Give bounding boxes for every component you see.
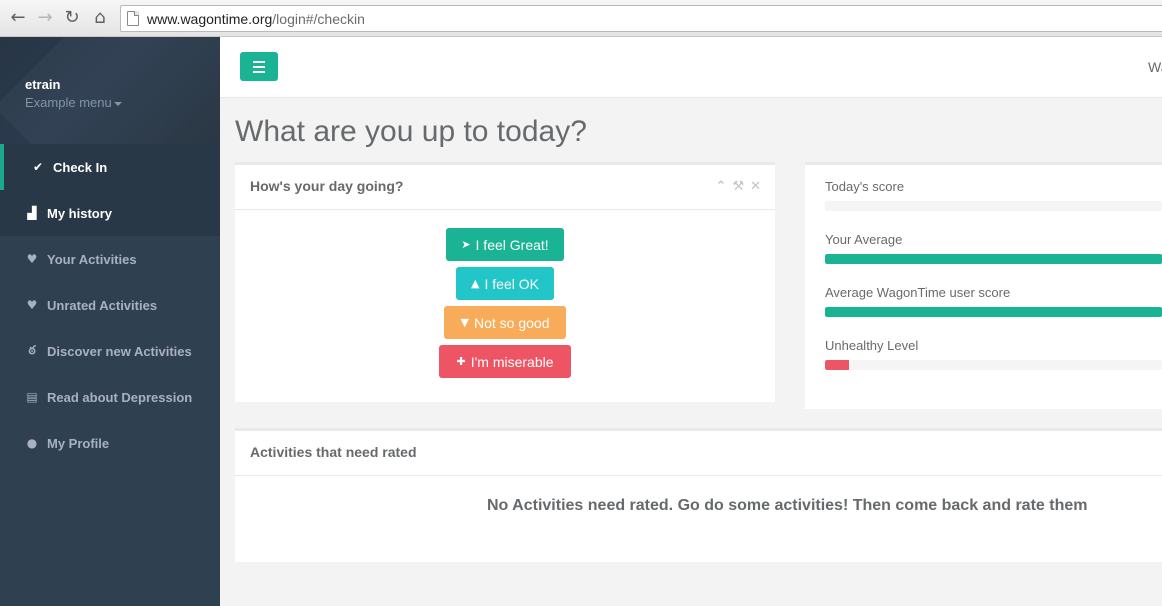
reload-icon[interactable]: ↻ <box>62 8 82 28</box>
chevron-up-icon[interactable]: ⌃ <box>716 179 727 194</box>
mood-panel-title: How's your day going? <box>250 178 404 194</box>
home-icon[interactable]: ⌂ <box>90 8 110 28</box>
sidebar-item-discover-activities[interactable]: ఠ Discover new Activities <box>0 328 220 374</box>
score-label: Your Average <box>825 232 903 247</box>
progress-track <box>825 201 1162 211</box>
browser-toolbar: ← → ↻ ⌂ www.wagontime.org/login#/checkin <box>0 0 1162 37</box>
thumbs-down-icon: ▼ <box>460 316 469 329</box>
sidebar-item-label: Your Activities <box>47 251 137 267</box>
arrow-right-icon[interactable]: → <box>35 8 55 28</box>
panel-tools: ⌃ ⚒ ✕ <box>710 179 761 194</box>
sidebar-item-label: Check In <box>53 159 108 175</box>
caret-down-icon <box>113 101 122 106</box>
sidebar-item-label: Discover new Activities <box>47 343 192 359</box>
navbar-welcome-text: Wa <box>1148 59 1162 75</box>
score-today: Today's score <box>825 179 1162 211</box>
rate-panel-header: Activities that need rated <box>235 431 1162 476</box>
rocket-icon: ➤ <box>461 238 471 251</box>
menu-toggle-button[interactable] <box>240 52 278 81</box>
activities-to-rate-panel: Activities that need rated No Activities… <box>235 428 1162 562</box>
address-bar[interactable]: www.wagontime.org/login#/checkin <box>120 5 1162 32</box>
sidebar-item-label: Unrated Activities <box>47 297 158 313</box>
progress-fill <box>825 307 1162 317</box>
arrow-left-icon[interactable]: ← <box>8 8 28 28</box>
page-icon <box>127 11 139 26</box>
top-navbar: Wa <box>220 37 1162 98</box>
score-your-average: Your Average <box>825 232 1162 264</box>
user-icon: ● <box>26 436 38 450</box>
heart-icon: ♥ <box>26 252 38 266</box>
user-menu-dropdown[interactable]: Example menu <box>25 95 122 110</box>
progress-fill <box>825 254 1162 264</box>
thumbs-up-icon: ▲ <box>471 277 480 290</box>
score-community-average: Average WagonTime user score <box>825 285 1162 317</box>
bicycle-icon: ఠ <box>28 342 36 357</box>
heart-icon: ♥ <box>26 298 38 312</box>
sidebar-item-check-in[interactable]: ✔ Check In <box>0 144 220 190</box>
miserable-button[interactable]: ✚ I'm miserable <box>439 345 571 378</box>
ambulance-icon: ✚ <box>456 355 466 368</box>
sidebar-item-your-activities[interactable]: ♥ Your Activities <box>0 236 220 282</box>
progress-track <box>825 360 1162 370</box>
profile-header: etrain Example menu <box>0 37 220 144</box>
wrench-icon[interactable]: ⚒ <box>732 179 744 194</box>
sidebar-item-read-depression[interactable]: ▤ Read about Depression <box>0 374 220 420</box>
page-title: What are you up to today? <box>235 115 587 148</box>
close-icon[interactable]: ✕ <box>750 179 761 194</box>
sidebar-menu: ✔ Check In ▟ My history ♥ Your Activitie… <box>0 144 220 466</box>
book-icon: ▤ <box>26 390 38 404</box>
sidebar-item-my-profile[interactable]: ● My Profile <box>0 420 220 466</box>
sidebar-item-unrated-activities[interactable]: ♥ Unrated Activities <box>0 282 220 328</box>
sidebar-item-label: My Profile <box>47 435 110 451</box>
score-panel: Today's score Your Average Average Wagon… <box>805 162 1162 409</box>
feel-great-button[interactable]: ➤ I feel Great! <box>446 228 564 261</box>
score-label: Unhealthy Level <box>825 338 919 353</box>
sidebar-item-label: My history <box>47 205 113 221</box>
area-chart-icon: ▟ <box>27 206 37 220</box>
not-so-good-button[interactable]: ▼ Not so good <box>444 306 566 339</box>
feel-ok-button[interactable]: ▲ I feel OK <box>456 267 554 300</box>
rate-panel-title: Activities that need rated <box>250 444 417 460</box>
check-icon: ✔ <box>32 160 44 174</box>
user-name: etrain <box>25 77 61 92</box>
sidebar-item-label: Read about Depression <box>47 389 193 405</box>
sidebar: etrain Example menu ✔ Check In ▟ My hist… <box>0 37 220 606</box>
mood-panel: How's your day going? ⌃ ⚒ ✕ ➤ I feel Great… <box>235 162 775 402</box>
url-text: www.wagontime.org/login#/checkin <box>147 11 365 27</box>
sidebar-item-my-history[interactable]: ▟ My history <box>0 190 220 236</box>
score-label: Today's score <box>825 179 905 194</box>
empty-state-message: No Activities need rated. Go do some act… <box>487 497 1088 514</box>
mood-panel-header: How's your day going? ⌃ ⚒ ✕ <box>235 165 775 210</box>
score-label: Average WagonTime user score <box>825 285 1011 300</box>
progress-track <box>825 254 1162 264</box>
progress-track <box>825 307 1162 317</box>
progress-fill <box>825 360 849 370</box>
score-unhealthy-level: Unhealthy Level <box>825 338 1162 370</box>
